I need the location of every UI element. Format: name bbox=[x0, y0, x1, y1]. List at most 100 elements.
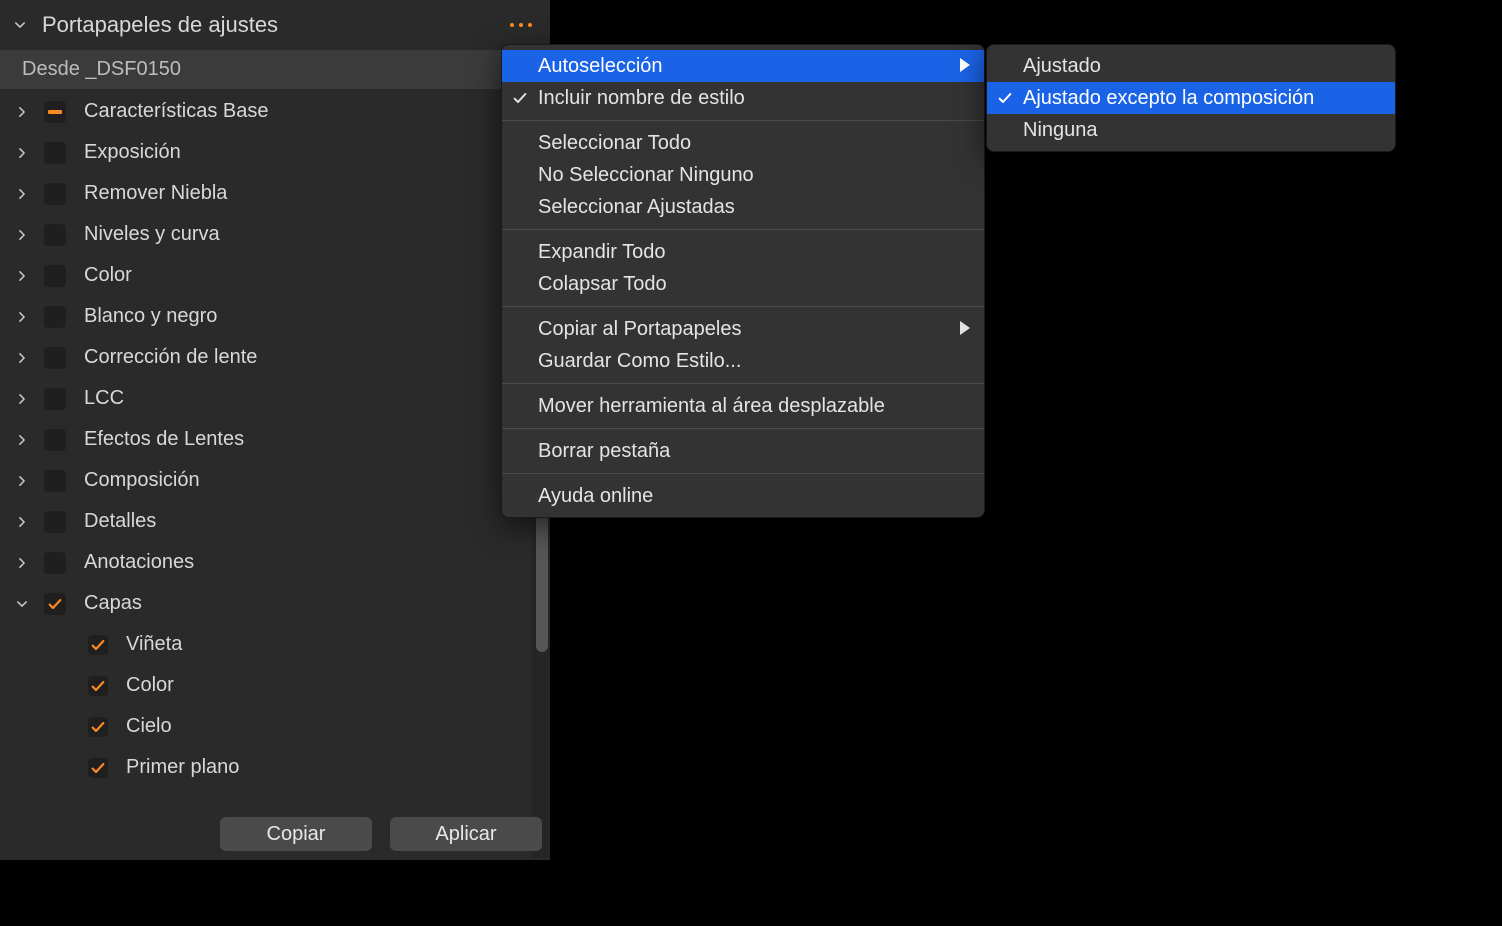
adjustments-clipboard-panel: Portapapeles de ajustes Desde _DSF0150 C… bbox=[0, 0, 550, 860]
checkbox[interactable] bbox=[44, 101, 66, 123]
checkbox[interactable] bbox=[44, 306, 66, 328]
copy-button[interactable]: Copiar bbox=[220, 817, 372, 851]
chevron-right-icon[interactable] bbox=[10, 141, 34, 165]
chevron-right-icon[interactable] bbox=[10, 100, 34, 124]
menu-item[interactable]: Seleccionar Ajustadas bbox=[502, 191, 984, 223]
tree-row[interactable]: Corrección de lente bbox=[0, 337, 550, 378]
tree-row[interactable]: Color bbox=[0, 665, 550, 706]
checkbox[interactable] bbox=[88, 635, 108, 655]
tree-row-label: Detalles bbox=[84, 510, 156, 533]
chevron-down-icon[interactable] bbox=[10, 592, 34, 616]
menu-item-label: Autoselección bbox=[538, 55, 960, 78]
tree-row[interactable]: Detalles bbox=[0, 501, 550, 542]
checkbox[interactable] bbox=[44, 265, 66, 287]
tree-row[interactable]: Blanco y negro bbox=[0, 296, 550, 337]
submenu-arrow-icon bbox=[960, 318, 970, 341]
adjustments-tree: Características Base ExposiciónRemover Ni… bbox=[0, 89, 550, 790]
checkbox[interactable] bbox=[44, 511, 66, 533]
context-menu: Autoselección Incluir nombre de estilo Sel… bbox=[501, 44, 985, 518]
tree-row-label: Anotaciones bbox=[84, 551, 194, 574]
submenu-item-label: Ajustado excepto la composición bbox=[1023, 87, 1381, 110]
tree-row-label: LCC bbox=[84, 387, 124, 410]
chevron-right-icon[interactable] bbox=[10, 264, 34, 288]
submenu-arrow-icon bbox=[960, 55, 970, 78]
menu-item-label: Colapsar Todo bbox=[538, 273, 970, 296]
tree-row-label: Blanco y negro bbox=[84, 305, 217, 328]
tree-row[interactable]: Capas bbox=[0, 583, 550, 624]
tree-row[interactable]: LCC bbox=[0, 378, 550, 419]
checkbox[interactable] bbox=[44, 593, 66, 615]
menu-item-label: Ayuda online bbox=[538, 485, 970, 508]
checkbox[interactable] bbox=[88, 717, 108, 737]
tree-row[interactable]: Efectos de Lentes bbox=[0, 419, 550, 460]
menu-separator bbox=[502, 383, 984, 384]
tree-row[interactable]: Anotaciones bbox=[0, 542, 550, 583]
tree-row[interactable]: Viñeta bbox=[0, 624, 550, 665]
chevron-right-icon[interactable] bbox=[10, 469, 34, 493]
menu-item-label: Expandir Todo bbox=[538, 241, 970, 264]
tree-row[interactable]: Composición bbox=[0, 460, 550, 501]
checkbox[interactable] bbox=[44, 470, 66, 492]
chevron-right-icon[interactable] bbox=[10, 182, 34, 206]
tree-row-label: Composición bbox=[84, 469, 200, 492]
menu-separator bbox=[502, 473, 984, 474]
tree-row-label: Capas bbox=[84, 592, 142, 615]
autoselection-submenu: Ajustado Ajustado excepto la composición N… bbox=[986, 44, 1396, 152]
menu-item[interactable]: Incluir nombre de estilo bbox=[502, 82, 984, 114]
source-row[interactable]: Desde _DSF0150 bbox=[0, 50, 550, 89]
checkbox[interactable] bbox=[44, 388, 66, 410]
checkbox[interactable] bbox=[44, 347, 66, 369]
tree-row[interactable]: Primer plano bbox=[0, 747, 550, 788]
chevron-right-icon[interactable] bbox=[10, 223, 34, 247]
tree-row[interactable]: Exposición bbox=[0, 132, 550, 173]
panel-header: Portapapeles de ajustes bbox=[0, 0, 550, 50]
menu-item[interactable]: Guardar Como Estilo... bbox=[502, 345, 984, 377]
checkbox[interactable] bbox=[88, 676, 108, 696]
submenu-item[interactable]: Ninguna bbox=[987, 114, 1395, 146]
panel-collapse-icon[interactable] bbox=[8, 13, 32, 37]
tree-row-label: Características Base bbox=[84, 100, 269, 123]
tree-row[interactable]: Niveles y curva bbox=[0, 214, 550, 255]
checkbox[interactable] bbox=[44, 183, 66, 205]
checkbox[interactable] bbox=[44, 224, 66, 246]
apply-button[interactable]: Aplicar bbox=[390, 817, 542, 851]
tree-row-label: Color bbox=[126, 674, 174, 697]
menu-item[interactable]: Mover herramienta al área desplazable bbox=[502, 390, 984, 422]
tree-row[interactable]: Cielo bbox=[0, 706, 550, 747]
menu-item[interactable]: Borrar pestaña bbox=[502, 435, 984, 467]
menu-item-label: Copiar al Portapapeles bbox=[538, 318, 960, 341]
tree-row-label: Corrección de lente bbox=[84, 346, 257, 369]
chevron-right-icon[interactable] bbox=[10, 387, 34, 411]
submenu-item[interactable]: Ajustado excepto la composición bbox=[987, 82, 1395, 114]
chevron-right-icon[interactable] bbox=[10, 551, 34, 575]
tree-row[interactable]: Remover Niebla bbox=[0, 173, 550, 214]
submenu-item-label: Ninguna bbox=[1023, 119, 1381, 142]
chevron-right-icon[interactable] bbox=[10, 346, 34, 370]
tree-row[interactable]: Color bbox=[0, 255, 550, 296]
check-icon bbox=[987, 90, 1023, 106]
chevron-right-icon[interactable] bbox=[10, 428, 34, 452]
chevron-right-icon[interactable] bbox=[10, 305, 34, 329]
checkbox[interactable] bbox=[44, 552, 66, 574]
checkbox[interactable] bbox=[88, 758, 108, 778]
tree-row[interactable]: Características Base bbox=[0, 91, 550, 132]
menu-item[interactable]: No Seleccionar Ninguno bbox=[502, 159, 984, 191]
menu-item[interactable]: Copiar al Portapapeles bbox=[502, 313, 984, 345]
menu-item-label: Seleccionar Ajustadas bbox=[538, 196, 970, 219]
panel-header-left[interactable]: Portapapeles de ajustes bbox=[8, 12, 278, 38]
menu-item[interactable]: Colapsar Todo bbox=[502, 268, 984, 300]
menu-item[interactable]: Expandir Todo bbox=[502, 236, 984, 268]
submenu-item-label: Ajustado bbox=[1023, 55, 1381, 78]
checkbox[interactable] bbox=[44, 142, 66, 164]
checkbox[interactable] bbox=[44, 429, 66, 451]
more-options-icon[interactable] bbox=[506, 19, 536, 31]
menu-item[interactable]: Ayuda online bbox=[502, 480, 984, 512]
menu-item[interactable]: Autoselección bbox=[502, 50, 984, 82]
submenu-item[interactable]: Ajustado bbox=[987, 50, 1395, 82]
menu-item[interactable]: Seleccionar Todo bbox=[502, 127, 984, 159]
check-icon bbox=[502, 90, 538, 106]
menu-item-label: Seleccionar Todo bbox=[538, 132, 970, 155]
chevron-right-icon[interactable] bbox=[10, 510, 34, 534]
menu-separator bbox=[502, 229, 984, 230]
panel-body: Desde _DSF0150 Características Base Expos… bbox=[0, 50, 550, 790]
